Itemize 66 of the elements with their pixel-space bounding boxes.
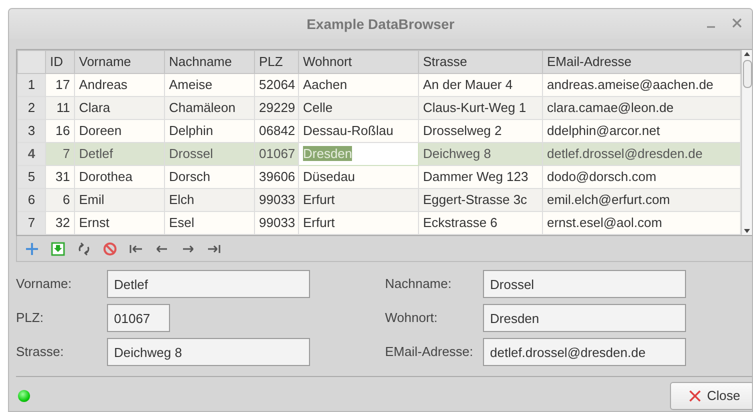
column-header[interactable]: EMail-Adresse [542, 50, 741, 74]
row-header[interactable]: 5 [18, 166, 46, 188]
table-cell[interactable]: Drossel [164, 142, 254, 166]
table-cell[interactable]: 32 [46, 212, 74, 234]
table-cell[interactable]: ernst.esel@aol.com [542, 212, 741, 234]
field-label: Strasse: [16, 343, 65, 362]
text-field[interactable]: detlef.drossel@dresden.de [483, 338, 686, 366]
table-cell[interactable]: Erfurt [298, 212, 418, 234]
table-cell[interactable]: 7 [46, 142, 74, 166]
corner-cell[interactable] [18, 50, 46, 74]
table-cell[interactable]: Detlef [74, 142, 164, 166]
table-cell[interactable]: detlef.drossel@dresden.de [542, 142, 741, 166]
text-field[interactable]: 01067 [107, 304, 170, 332]
text-field[interactable]: Drossel [483, 270, 686, 298]
scroll-thumb[interactable] [742, 60, 752, 88]
field-label: Vorname: [16, 275, 73, 294]
table-cell[interactable]: 99033 [254, 188, 298, 212]
close-icon[interactable] [732, 17, 742, 29]
row-header[interactable]: 7 [18, 212, 46, 234]
field-label: Wohnort: [385, 309, 439, 328]
table-cell[interactable]: Deichweg 8 [418, 142, 542, 166]
scroll-down-icon[interactable] [743, 227, 752, 235]
table-cell[interactable]: Claus-Kurt-Weg 1 [418, 96, 542, 120]
close-icon [689, 390, 701, 402]
table-cell[interactable]: 11 [46, 96, 74, 120]
table-cell[interactable]: Eckstrasse 6 [418, 212, 542, 234]
window-title: Example DataBrowser [306, 14, 454, 34]
table-cell[interactable]: 6 [46, 188, 74, 212]
table-cell[interactable]: 01067 [254, 142, 298, 166]
table-cell[interactable]: 99033 [254, 212, 298, 234]
table-cell[interactable]: Chamäleon [164, 96, 254, 120]
column-header[interactable]: Strasse [418, 50, 542, 74]
add-icon[interactable] [25, 242, 39, 256]
close-button[interactable]: Close [670, 382, 752, 410]
row-header[interactable]: 4 [18, 142, 46, 166]
scroll-up-icon[interactable] [743, 50, 752, 58]
table-cell[interactable]: clara.camae@leon.de [542, 96, 741, 120]
column-header[interactable]: Wohnort [298, 50, 418, 74]
column-header[interactable]: Nachname [164, 50, 254, 74]
table-cell[interactable]: Esel [164, 212, 254, 234]
row-header[interactable]: 6 [18, 188, 46, 212]
table-cell[interactable]: Erfurt [298, 188, 418, 212]
column-header[interactable]: PLZ [254, 50, 298, 74]
cancel-icon[interactable] [103, 242, 117, 256]
field-label: EMail-Adresse: [385, 343, 474, 362]
table-cell[interactable]: Clara [74, 96, 164, 120]
text-field[interactable]: Dresden [483, 304, 686, 332]
scrollbar[interactable] [741, 50, 752, 235]
row-header[interactable]: 1 [18, 74, 46, 96]
table-cell[interactable]: 29229 [254, 96, 298, 120]
column-header[interactable]: ID [46, 50, 74, 74]
table-cell[interactable]: Elch [164, 188, 254, 212]
row-header[interactable]: 2 [18, 96, 46, 120]
field-label: Nachname: [385, 275, 452, 294]
table-cell[interactable]: Emil [74, 188, 164, 212]
text-field[interactable]: Detlef [107, 270, 310, 298]
column-header[interactable]: Vorname [74, 50, 164, 74]
field-label: PLZ: [16, 309, 44, 328]
table-cell[interactable]: Ernst [74, 212, 164, 234]
table-cell[interactable]: emil.elch@erfurt.com [542, 188, 741, 212]
save-icon[interactable] [51, 242, 65, 256]
table-cell[interactable]: Celle [298, 96, 418, 120]
row-header[interactable]: 3 [18, 120, 46, 142]
refresh-icon[interactable] [77, 242, 91, 256]
text-field[interactable]: Deichweg 8 [107, 338, 310, 366]
table-cell[interactable]: Eggert-Strasse 3c [418, 188, 542, 212]
